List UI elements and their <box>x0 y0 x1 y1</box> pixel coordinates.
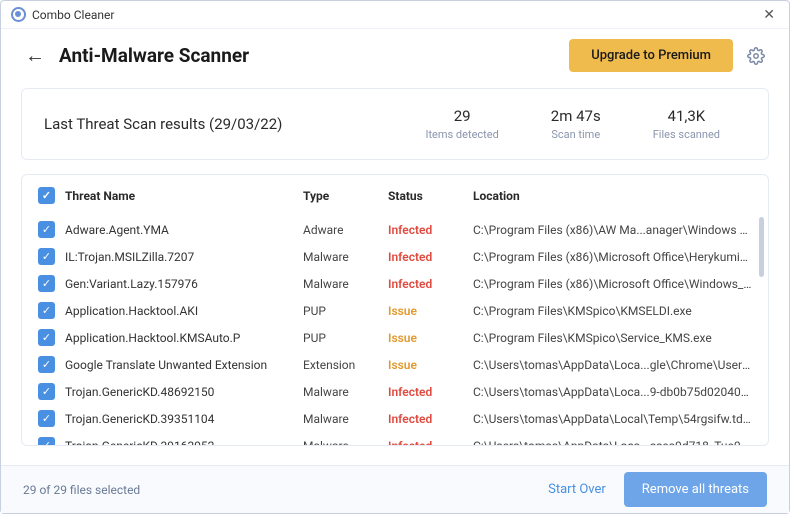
threat-name: Trojan.GenericKD.48692150 <box>65 385 214 399</box>
threat-name: Application.Hacktool.KMSAuto.P <box>65 331 240 345</box>
threat-status: Infected <box>388 277 473 291</box>
select-all-checkbox[interactable]: ✓ <box>38 187 55 204</box>
col-threat-name: Threat Name <box>65 189 135 203</box>
stat-label: Items detected <box>425 128 498 141</box>
col-status: Status <box>388 189 473 203</box>
threat-status: Issue <box>388 331 473 345</box>
summary-card: Last Threat Scan results (29/03/22) 29 I… <box>21 88 769 160</box>
threat-type: Malware <box>303 412 388 426</box>
table-row[interactable]: ✓ Google Translate Unwanted Extension Exte… <box>22 351 768 378</box>
summary-title: Last Threat Scan results (29/03/22) <box>44 115 399 133</box>
threat-type: Malware <box>303 385 388 399</box>
stat-value: 29 <box>425 107 498 125</box>
table-row[interactable]: ✓ Adware.Agent.YMA AdwareInfectedC:\Progra… <box>22 216 768 243</box>
app-logo-icon <box>11 7 26 22</box>
stat-items-detected: 29 Items detected <box>399 107 524 141</box>
threat-type: Extension <box>303 358 388 372</box>
row-checkbox[interactable]: ✓ <box>38 302 55 319</box>
threat-name: Adware.Agent.YMA <box>65 223 169 237</box>
threat-location: C:\Users\tomas\AppData\Loca...9-db0b75d0… <box>473 385 752 399</box>
titlebar: Combo Cleaner ✕ <box>1 1 789 29</box>
threat-location: C:\Users\tomas\AppData\Loca...ccea9d718_… <box>473 439 752 446</box>
selection-count: 29 of 29 files selected <box>23 483 548 497</box>
threat-type: PUP <box>303 304 388 318</box>
threat-location: C:\Program Files (x86)\AW Ma...anager\Wi… <box>473 223 752 237</box>
threat-status: Issue <box>388 304 473 318</box>
row-checkbox[interactable]: ✓ <box>38 248 55 265</box>
table-row[interactable]: ✓ Trojan.GenericKD.39351104 MalwareInfecte… <box>22 405 768 432</box>
row-checkbox[interactable]: ✓ <box>38 437 55 445</box>
threat-status: Infected <box>388 223 473 237</box>
row-checkbox[interactable]: ✓ <box>38 221 55 238</box>
stat-value: 2m 47s <box>551 107 601 125</box>
table-body[interactable]: ✓Adware.Agent.YMAAdwareInfectedC:\Progra… <box>22 216 768 445</box>
threat-status: Issue <box>388 358 473 372</box>
remove-threats-button[interactable]: Remove all threats <box>624 472 767 507</box>
row-checkbox[interactable]: ✓ <box>38 356 55 373</box>
threat-name: Trojan.GenericKD.39163952 <box>65 439 214 446</box>
table-row[interactable]: ✓ Application.Hacktool.KMSAuto.P PUPIssueC… <box>22 324 768 351</box>
threat-location: C:\Program Files\KMSpico\Service_KMS.exe <box>473 331 752 345</box>
gear-icon[interactable] <box>747 47 765 65</box>
stat-label: Scan time <box>551 128 601 141</box>
row-checkbox[interactable]: ✓ <box>38 329 55 346</box>
col-location: Location <box>473 189 752 203</box>
threat-name: Trojan.GenericKD.39351104 <box>65 412 214 426</box>
col-type: Type <box>303 189 388 203</box>
threat-type: PUP <box>303 331 388 345</box>
threat-status: Infected <box>388 412 473 426</box>
threat-name: Application.Hacktool.AKI <box>65 304 198 318</box>
back-arrow-icon[interactable]: ← <box>25 43 45 68</box>
row-checkbox[interactable]: ✓ <box>38 410 55 427</box>
upgrade-button[interactable]: Upgrade to Premium <box>569 39 733 72</box>
threat-status: Infected <box>388 439 473 446</box>
table-row[interactable]: ✓ Gen:Variant.Lazy.157976 MalwareInfectedC… <box>22 270 768 297</box>
threat-location: C:\Program Files (x86)\Microsoft Office\… <box>473 250 752 264</box>
table-row[interactable]: ✓ Application.Hacktool.AKI PUPIssueC:\Prog… <box>22 297 768 324</box>
footer: 29 of 29 files selected Start Over Remov… <box>1 465 789 513</box>
threat-status: Infected <box>388 385 473 399</box>
stat-value: 41,3K <box>653 107 720 125</box>
start-over-button[interactable]: Start Over <box>548 482 606 497</box>
stat-scan-time: 2m 47s Scan time <box>525 107 627 141</box>
table-row[interactable]: ✓ Trojan.GenericKD.39163952 MalwareInfecte… <box>22 432 768 445</box>
threat-location: C:\Program Files\KMSpico\KMSELDI.exe <box>473 304 752 318</box>
row-checkbox[interactable]: ✓ <box>38 383 55 400</box>
threat-type: Malware <box>303 277 388 291</box>
threat-location: C:\Program Files (x86)\Microsoft Office\… <box>473 277 752 291</box>
threat-location: C:\Users\tomas\AppData\Loca...gle\Chrome… <box>473 358 752 372</box>
table-row[interactable]: ✓ IL:Trojan.MSILZilla.7207 MalwareInfected… <box>22 243 768 270</box>
threat-location: C:\Users\tomas\AppData\Local\Temp\54rgsi… <box>473 412 752 426</box>
app-name: Combo Cleaner <box>32 8 114 22</box>
threats-table: ✓ Threat Name Type Status Location ✓ Adwa… <box>21 174 769 446</box>
row-checkbox[interactable]: ✓ <box>38 275 55 292</box>
table-header: ✓ Threat Name Type Status Location <box>22 175 768 216</box>
threat-type: Malware <box>303 439 388 446</box>
threat-status: Infected <box>388 250 473 264</box>
stat-files-scanned: 41,3K Files scanned <box>627 107 746 141</box>
threat-name: IL:Trojan.MSILZilla.7207 <box>65 250 194 264</box>
table-row[interactable]: ✓ Trojan.GenericKD.48692150 MalwareInfecte… <box>22 378 768 405</box>
page-title: Anti-Malware Scanner <box>59 44 555 67</box>
page-header: ← Anti-Malware Scanner Upgrade to Premiu… <box>1 29 789 88</box>
threat-name: Google Translate Unwanted Extension <box>65 358 267 372</box>
stat-label: Files scanned <box>653 128 720 141</box>
scrollbar[interactable] <box>759 217 764 277</box>
threat-type: Adware <box>303 223 388 237</box>
threat-type: Malware <box>303 250 388 264</box>
close-icon[interactable]: ✕ <box>759 7 779 23</box>
threat-name: Gen:Variant.Lazy.157976 <box>65 277 198 291</box>
